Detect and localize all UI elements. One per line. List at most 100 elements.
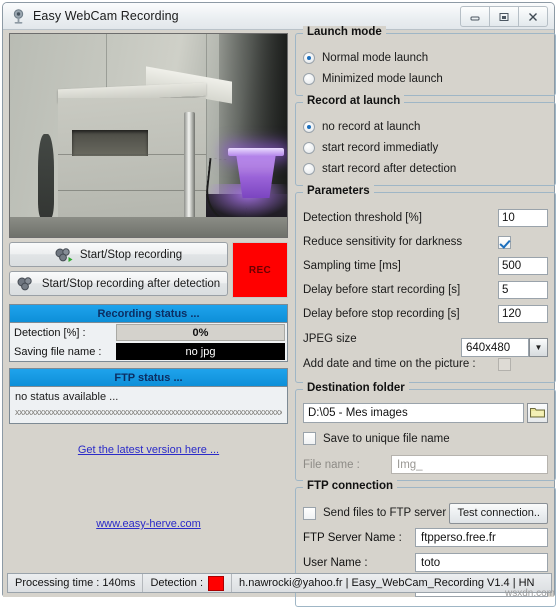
rec-indicator-button[interactable]: REC [232, 242, 288, 298]
main-window: Easy WebCam Recording Start/Stop recordi… [2, 2, 556, 607]
ftp-status-progress: xxxxxxxxxxxxxxxxxxxxxxxxxxxxxxxxxxxxxxxx… [15, 407, 282, 417]
recording-status-panel: Recording status ... Detection [%] : 0% … [9, 304, 288, 362]
ftp-connection-title: FTP connection [303, 480, 398, 492]
delay-before-start-input[interactable]: 5 [498, 281, 548, 299]
save-unique-name-label: Save to unique file name [323, 432, 450, 445]
send-files-to-ftp-label: Send files to FTP server [323, 507, 447, 519]
file-name-label: File name : [303, 458, 360, 471]
left-column: Start/Stop recording Start/Stop recordin… [9, 33, 288, 548]
radio-start-record-immediatly[interactable]: start record immediatly [303, 137, 548, 158]
radio-start-record-immediatly-label: start record immediatly [322, 141, 439, 154]
recording-buttons: Start/Stop recording Start/Stop recordin… [9, 242, 288, 298]
ftp-user-row: User Name : toto [303, 550, 548, 575]
links-area: Get the latest version here ... www.easy… [9, 430, 288, 548]
detection-status-square [208, 575, 225, 591]
ftp-status-panel: FTP status ... no status available ... x… [9, 368, 288, 424]
chevron-down-icon[interactable]: ▼ [529, 338, 548, 357]
parameters-title: Parameters [303, 185, 374, 197]
destination-folder-group: Destination folder D:\05 - Mes images Sa… [295, 382, 556, 481]
client-area: Start/Stop recording Start/Stop recordin… [3, 26, 556, 607]
add-datetime-checkbox[interactable] [498, 357, 511, 371]
webcam-scene [10, 34, 287, 237]
destination-folder-body: D:\05 - Mes images Save to unique file n… [296, 390, 555, 480]
latest-version-link[interactable]: Get the latest version here ... [9, 444, 288, 456]
detection-label: Detection [%] : [14, 326, 86, 339]
credits-cell: h.nawrocki@yahoo.fr | Easy_WebCam_Record… [239, 577, 535, 589]
launch-mode-title: Launch mode [303, 26, 386, 38]
test-connection-button[interactable]: Test connection.. [449, 502, 548, 524]
application-window: Easy WebCam Recording Start/Stop recordi… [0, 0, 559, 607]
saving-file-label: Saving file name : [14, 345, 102, 358]
status-bar: Processing time : 140ms Detection : h.na… [7, 573, 552, 593]
detection-value: 0% [116, 324, 285, 341]
reduce-sensitivity-row: Reduce sensitivity for darkness [303, 230, 548, 254]
launch-mode-body: Normal mode launch Minimized mode launch [296, 34, 555, 95]
website-link[interactable]: www.easy-herve.com [9, 518, 288, 530]
window-controls [460, 6, 548, 27]
sampling-time-row: Sampling time [ms] 500 [303, 254, 548, 278]
save-unique-name-checkbox[interactable] [303, 432, 316, 445]
scene-floor [10, 217, 287, 237]
reduce-sensitivity-checkbox[interactable] [498, 235, 511, 249]
processing-time-cell: Processing time : 140ms [8, 574, 144, 592]
send-files-to-ftp-checkbox[interactable] [303, 506, 316, 520]
radio-no-record-at-launch[interactable]: no record at launch [303, 116, 548, 137]
radio-button-icon[interactable] [303, 120, 315, 133]
webcam-app-icon [10, 8, 27, 25]
ftp-status-title: FTP status ... [10, 369, 287, 387]
delay-before-start-label: Delay before start recording [s] [303, 284, 461, 296]
ftp-server-label: FTP Server Name : [303, 531, 402, 544]
film-reel-icon [17, 276, 35, 291]
close-button[interactable] [519, 6, 548, 27]
minimize-button[interactable] [460, 6, 490, 27]
record-at-launch-group: Record at launch no record at launch sta… [295, 95, 556, 186]
sampling-time-label: Sampling time [ms] [303, 260, 401, 272]
webcam-preview[interactable] [9, 33, 288, 238]
destination-path-row: D:\05 - Mes images [303, 403, 548, 423]
start-stop-after-detection-label: Start/Stop recording after detection [41, 277, 221, 290]
rec-label: REC [248, 264, 272, 276]
browse-folder-button[interactable] [527, 403, 548, 423]
radio-no-record-at-launch-label: no record at launch [322, 120, 421, 133]
file-name-input[interactable]: Img_ [391, 455, 548, 474]
delay-before-stop-label: Delay before stop recording [s] [303, 308, 460, 320]
record-at-launch-title: Record at launch [303, 95, 405, 107]
sampling-time-input[interactable]: 500 [498, 257, 548, 275]
detection-threshold-label: Detection threshold [%] [303, 212, 422, 224]
parameters-group: Parameters Detection threshold [%] 10 Re… [295, 185, 556, 383]
saving-file-row: Saving file name : no jpg [10, 342, 287, 361]
radio-button-icon[interactable] [303, 51, 315, 64]
jpeg-size-value: 640x480 [466, 341, 511, 354]
radio-normal-mode-launch[interactable]: Normal mode launch [303, 47, 548, 68]
radio-button-icon[interactable] [303, 162, 315, 175]
destination-path-input[interactable]: D:\05 - Mes images [303, 403, 524, 423]
radio-button-icon[interactable] [303, 72, 315, 85]
radio-button-icon[interactable] [303, 141, 315, 154]
maximize-button[interactable] [490, 6, 519, 27]
ftp-user-input[interactable]: toto [415, 553, 548, 572]
ftp-status-body: no status available ... xxxxxxxxxxxxxxxx… [10, 387, 287, 423]
detection-threshold-input[interactable]: 10 [498, 209, 548, 227]
start-stop-after-detection-button[interactable]: Start/Stop recording after detection [9, 271, 228, 296]
record-at-launch-body: no record at launch start record immedia… [296, 103, 555, 185]
jpeg-size-select[interactable]: 640x480 ▼ [461, 338, 548, 357]
start-stop-recording-button[interactable]: Start/Stop recording [9, 242, 228, 267]
scene-plant [38, 134, 54, 218]
radio-minimized-mode-launch[interactable]: Minimized mode launch [303, 68, 548, 89]
add-datetime-label: Add date and time on the picture : [303, 358, 476, 370]
save-unique-name-row[interactable]: Save to unique file name [303, 428, 548, 449]
radio-minimized-mode-launch-label: Minimized mode launch [322, 72, 443, 85]
ftp-server-input[interactable]: ftpperso.free.fr [415, 528, 548, 547]
jpeg-size-row: JPEG size 640x480 ▼ [303, 326, 548, 357]
delay-stop-row: Delay before stop recording [s] 120 [303, 302, 548, 326]
start-stop-recording-label: Start/Stop recording [79, 248, 183, 261]
right-column: Launch mode Normal mode launch Minimized… [295, 26, 556, 613]
scene-cabinet-niche [72, 130, 148, 156]
delay-before-stop-input[interactable]: 120 [498, 305, 548, 323]
detection-row: Detection [%] : 0% [10, 323, 287, 342]
ftp-user-label: User Name : [303, 556, 368, 569]
folder-icon [530, 406, 545, 421]
radio-start-record-after-detection[interactable]: start record after detection [303, 158, 548, 179]
film-reel-icon [55, 247, 73, 262]
recording-status-title: Recording status ... [10, 305, 287, 323]
